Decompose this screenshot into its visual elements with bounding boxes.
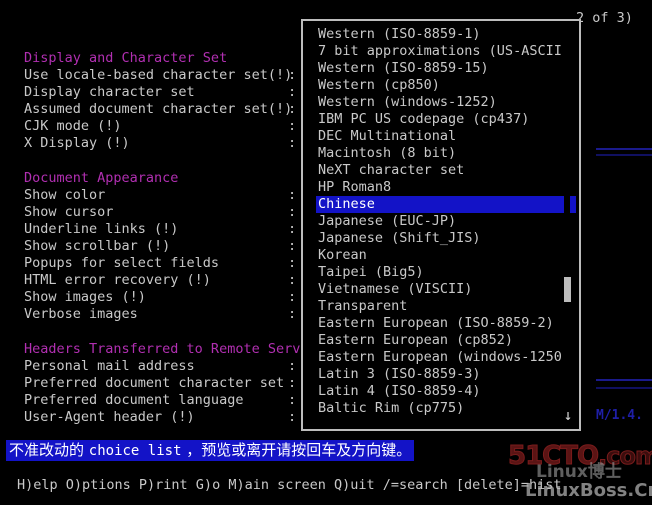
- option-label-verbose-images[interactable]: Verbose images: [24, 306, 138, 323]
- list-item-selected[interactable]: Chinese: [316, 196, 576, 213]
- list-item[interactable]: 7 bit approximations (US-ASCII): [317, 43, 577, 60]
- status-text-mono: choice list: [88, 443, 182, 459]
- option-colon: :: [288, 409, 297, 425]
- option-label-preferred-document-language[interactable]: Preferred document language: [24, 392, 243, 409]
- list-item[interactable]: NeXT character set: [317, 162, 577, 179]
- key-command-bar: H)elp O)ptions P)rint G)o M)ain screen Q…: [17, 477, 562, 493]
- list-item[interactable]: Western (ISO-8859-1): [317, 26, 577, 43]
- option-label-show-images[interactable]: Show images (!): [24, 289, 146, 306]
- option-label-underline-links[interactable]: Underline links (!): [24, 221, 178, 238]
- status-text-after: ，预览或离开请按回车及方向键。: [181, 441, 412, 459]
- option-colon: :: [288, 238, 297, 254]
- option-colon: :: [288, 358, 297, 374]
- option-colon: :: [288, 67, 297, 83]
- option-label-assumed-document-character-set[interactable]: Assumed document character set(!): [24, 101, 292, 118]
- option-colon: :: [288, 221, 297, 237]
- option-label-personal-mail-address[interactable]: Personal mail address: [24, 358, 195, 375]
- option-colon: :: [288, 289, 297, 305]
- option-colon: :: [288, 392, 297, 408]
- popup-item-list[interactable]: Western (ISO-8859-1) 7 bit approximation…: [316, 26, 577, 417]
- list-item[interactable]: Macintosh (8 bit): [317, 145, 577, 162]
- list-item[interactable]: Eastern European (windows-1250): [317, 349, 577, 366]
- option-colon: :: [288, 272, 297, 288]
- background-blue-text: M/1.4.: [596, 408, 643, 423]
- list-item[interactable]: IBM PC US codepage (cp437): [317, 111, 577, 128]
- list-item[interactable]: Baltic Rim (cp775): [317, 400, 577, 417]
- option-colon: :: [288, 118, 297, 134]
- character-set-popup[interactable]: Western (ISO-8859-1) 7 bit approximation…: [301, 19, 581, 431]
- list-item[interactable]: DEC Multinational: [317, 128, 577, 145]
- list-item[interactable]: Western (cp850): [317, 77, 577, 94]
- list-item[interactable]: HP Roman8: [317, 179, 577, 196]
- option-label-show-scrollbar[interactable]: Show scrollbar (!): [24, 238, 170, 255]
- option-label-popups-for-select-fields[interactable]: Popups for select fields: [24, 255, 219, 272]
- option-colon: :: [288, 135, 297, 151]
- list-item[interactable]: Korean: [317, 247, 577, 264]
- list-item[interactable]: Eastern European (cp852): [317, 332, 577, 349]
- list-item[interactable]: Vietnamese (VISCII): [317, 281, 577, 298]
- field-underline: [596, 387, 652, 389]
- field-underline: [596, 379, 652, 381]
- option-colon: :: [288, 84, 297, 100]
- list-item[interactable]: Japanese (EUC-JP): [317, 213, 577, 230]
- option-colon: :: [288, 187, 297, 203]
- option-colon: :: [288, 375, 297, 391]
- list-item[interactable]: Western (ISO-8859-15): [317, 60, 577, 77]
- section-heading-headers-transferred: Headers Transferred to Remote Serve: [24, 341, 309, 357]
- popup-scrollbar-track[interactable]: [564, 25, 570, 425]
- option-colon: :: [288, 204, 297, 220]
- list-item[interactable]: Eastern European (ISO-8859-2): [317, 315, 577, 332]
- popup-scrollbar-thumb[interactable]: [564, 277, 571, 302]
- status-bar: 不准改动的 choice list ，预览或离开请按回车及方向键。: [6, 440, 415, 461]
- field-underline: [596, 154, 652, 156]
- option-colon: :: [288, 255, 297, 271]
- scroll-down-arrow-icon[interactable]: ↓: [562, 407, 574, 423]
- list-item[interactable]: Latin 3 (ISO-8859-3): [317, 366, 577, 383]
- section-heading-document-appearance: Document Appearance: [24, 170, 179, 186]
- option-label-display-character-set[interactable]: Display character set: [24, 84, 195, 101]
- list-item[interactable]: Latin 4 (ISO-8859-4): [317, 383, 577, 400]
- option-label-show-cursor[interactable]: Show cursor: [24, 204, 113, 221]
- list-item[interactable]: Taipei (Big5): [317, 264, 577, 281]
- list-item[interactable]: Transparent: [317, 298, 577, 315]
- option-label-preferred-document-character-set[interactable]: Preferred document character set: [24, 375, 284, 392]
- option-label-cjk-mode[interactable]: CJK mode (!): [24, 118, 122, 135]
- page-counter: 2 of 3): [576, 10, 633, 26]
- status-text-before: 不准改动的: [9, 441, 89, 459]
- option-colon: :: [288, 101, 297, 117]
- option-label-show-color[interactable]: Show color: [24, 187, 105, 204]
- option-label-user-agent-header[interactable]: User-Agent header (!): [24, 409, 195, 426]
- terminal-screen: 2 of 3) Display and Character Set Use lo…: [0, 0, 652, 505]
- option-label-html-error-recovery[interactable]: HTML error recovery (!): [24, 272, 211, 289]
- option-label-use-locale-based-character-set[interactable]: Use locale-based character set(!): [24, 67, 292, 84]
- field-underline: [596, 148, 652, 150]
- option-colon: :: [288, 306, 297, 322]
- list-item[interactable]: Japanese (Shift_JIS): [317, 230, 577, 247]
- list-item[interactable]: Western (windows-1252): [317, 94, 577, 111]
- option-label-x-display[interactable]: X Display (!): [24, 135, 130, 152]
- section-heading-display-and-character-set: Display and Character Set: [24, 50, 228, 66]
